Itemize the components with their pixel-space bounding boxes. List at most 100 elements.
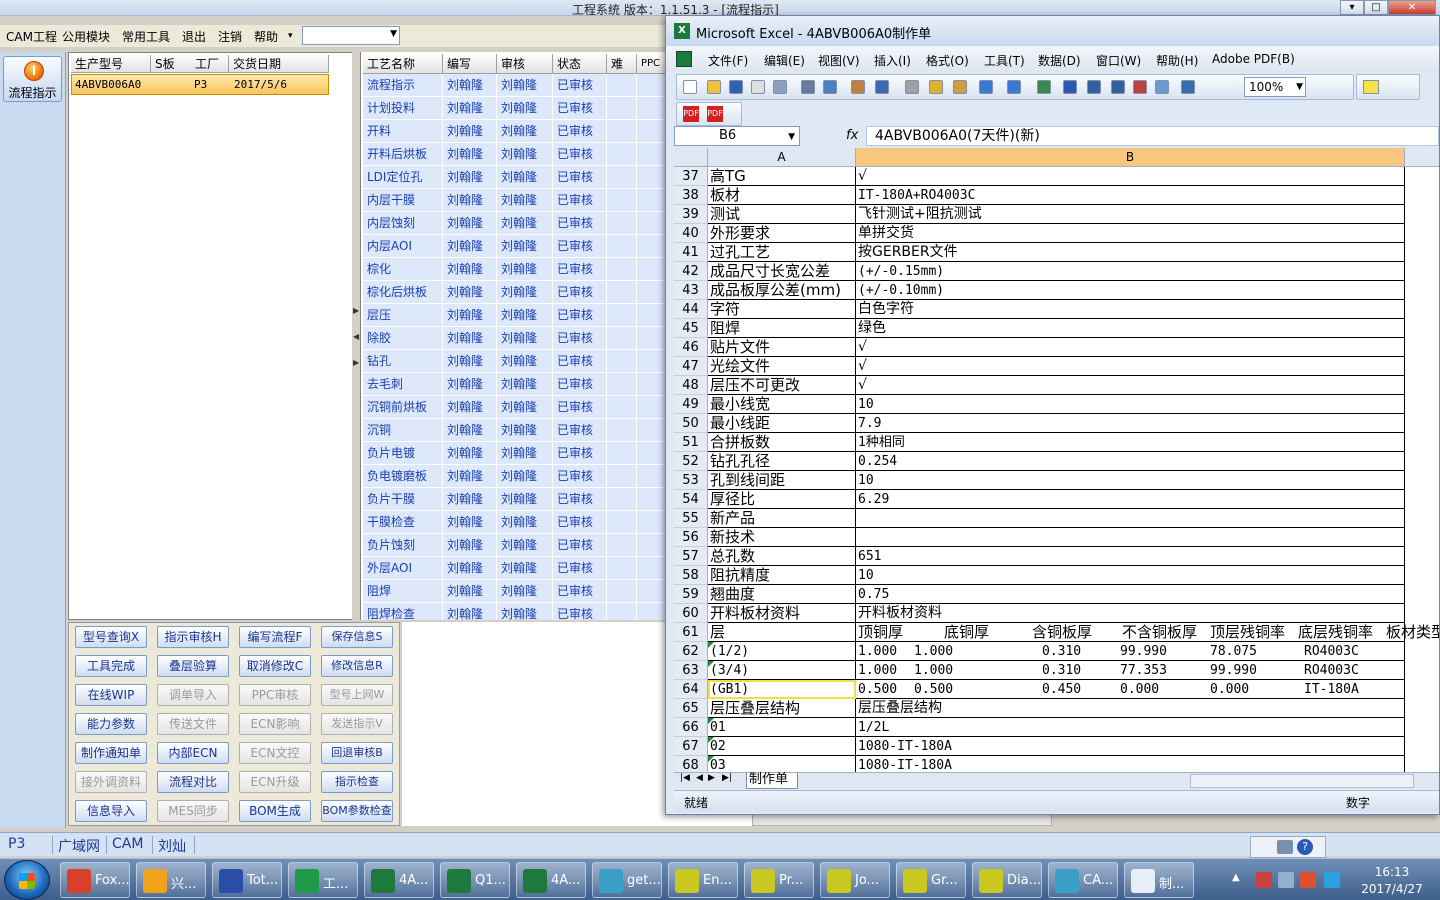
cell-b[interactable]: 1/2L [856,718,1405,737]
process-row[interactable]: 负片蚀刻 刘翰隆 刘翰隆 已审核 [361,534,666,557]
menu-common-tools[interactable]: 常用工具 [122,28,170,45]
help-icon[interactable]: ? [1297,839,1313,855]
process-row[interactable]: LDI定位孔 刘翰隆 刘翰隆 已审核 [361,166,666,189]
row-header[interactable]: 59 [674,585,708,604]
function-button[interactable]: 指示审核H [157,626,229,648]
row-header[interactable]: 60 [674,604,708,623]
process-row[interactable]: 棕化后烘板 刘翰隆 刘翰隆 已审核 [361,281,666,304]
cell-b[interactable]: 7.9 [856,414,1405,433]
col-header-factory[interactable]: 工厂 [191,55,229,73]
row-header[interactable]: 44 [674,300,708,319]
sync-tray-icon[interactable] [1324,872,1340,888]
toolbar-icon[interactable] [729,80,743,94]
stack-data-cell[interactable]: 1.000 1.000 0.310 99.990 78.075 RO4003C [856,642,1405,661]
process-row[interactable]: 负电镀磨板 刘翰隆 刘翰隆 已审核 [361,465,666,488]
toolbar-icon[interactable] [851,80,865,94]
taskbar-button[interactable]: Tot... [212,862,282,898]
col-header-b[interactable]: B [856,148,1405,167]
keyboard-icon[interactable] [1277,840,1293,854]
row-header[interactable]: 49 [674,395,708,414]
cell-b[interactable]: 按GERBER文件 [856,243,1405,262]
taskbar-button[interactable]: 4A... [364,862,434,898]
excel-title-bar[interactable]: X Microsoft Excel - 4ABVB006A0制作单 [666,16,1439,46]
toolbar-icon[interactable] [773,80,787,94]
cell-a[interactable]: 阻抗精度 [708,566,856,585]
row-header[interactable]: 55 [674,509,708,528]
toolbar-icon[interactable] [1087,80,1101,94]
row-header[interactable]: 53 [674,471,708,490]
cell-b[interactable]: √ [856,357,1405,376]
function-button[interactable]: 型号查询X [75,626,147,648]
cell-b[interactable]: 10 [856,395,1405,414]
zoom-select[interactable]: 100% ▼ [1244,77,1306,97]
formula-input[interactable]: 4ABVB006A0(7天件)(新) [866,126,1439,146]
cell-b[interactable]: √ [856,338,1405,357]
process-row[interactable]: 开料 刘翰隆 刘翰隆 已审核 [361,120,666,143]
row-header[interactable]: 52 [674,452,708,471]
process-row[interactable]: 外层AOI 刘翰隆 刘翰隆 已审核 [361,557,666,580]
cell-b[interactable] [856,528,1405,547]
function-button[interactable]: 保存信息S [321,626,393,648]
col-header-process-name[interactable]: 工艺名称 [363,54,443,74]
excel-menu-tools[interactable]: 工具(T) [984,52,1025,69]
toolbar-icon[interactable] [707,80,721,94]
row-header[interactable]: 65 [674,699,708,718]
toolbar-icon[interactable] [905,80,919,94]
cell-b[interactable]: 白色字符 [856,300,1405,319]
row-header[interactable]: 38 [674,186,708,205]
toolbar-icon[interactable] [1037,80,1051,94]
select-all-corner[interactable] [674,148,708,167]
toolbar-icon[interactable] [1111,80,1125,94]
cell-a[interactable]: 板材 [708,186,856,205]
excel-menu-data[interactable]: 数据(D) [1038,52,1081,69]
toolbar-icon[interactable] [823,80,837,94]
function-button[interactable]: 取消修改C [239,655,311,677]
taskbar-button[interactable]: Dia... [972,862,1042,898]
menu-exit[interactable]: 退出 [182,28,206,45]
menu-help[interactable]: 帮助 [254,28,278,45]
cell-b[interactable]: 单拼交货 [856,224,1405,243]
workbook-icon[interactable] [676,51,692,67]
cell-a[interactable]: 合拼板数 [708,433,856,452]
fill-color-icon[interactable] [1363,80,1379,94]
process-row[interactable]: 层压 刘翰隆 刘翰隆 已审核 [361,304,666,327]
taskbar-button[interactable]: 兴... [136,862,206,898]
sheet-tab-active[interactable]: 制作单 [746,773,798,789]
cell-b[interactable]: 10 [856,471,1405,490]
cell-a[interactable]: 光绘文件 [708,357,856,376]
stack-data-cell[interactable]: 0.500 0.500 0.450 0.000 0.000 IT-180A [856,680,1405,699]
taskbar-button[interactable]: 制... [1124,862,1194,898]
row-header[interactable]: 43 [674,281,708,300]
toolbar-icon[interactable] [1155,80,1169,94]
clock[interactable]: 16:13 2017/4/27 [1352,864,1432,898]
process-row[interactable]: 沉铜 刘翰隆 刘翰隆 已审核 [361,419,666,442]
toolbar-icon[interactable] [1063,80,1077,94]
excel-menu-window[interactable]: 窗口(W) [1096,52,1141,69]
cell-b[interactable]: 绿色 [856,319,1405,338]
row-header[interactable]: 61 [674,623,708,642]
toolbar-icon[interactable] [979,80,993,94]
toolbar-icon[interactable] [751,80,765,94]
excel-menu-help[interactable]: 帮助(H) [1156,52,1198,69]
pdf-email-icon[interactable]: PDF [707,106,723,122]
cell-b[interactable]: 6.29 [856,490,1405,509]
cell-a[interactable]: 01 [708,718,856,737]
taskbar-button[interactable]: Fox... [60,862,130,898]
cell-a[interactable]: 开料板材资料 [708,604,856,623]
name-box[interactable]: B6 ▼ [674,126,800,146]
cell-a[interactable]: 03 [708,756,856,772]
row-header[interactable]: 40 [674,224,708,243]
process-row[interactable]: 钻孔 刘翰隆 刘翰隆 已审核 [361,350,666,373]
row-header[interactable]: 63 [674,661,708,680]
network-icon[interactable] [1278,872,1294,888]
flow-indication-button[interactable]: 流程指示 [3,56,62,102]
col-header-difficulty[interactable]: 难 [607,54,637,74]
toolbar-icon[interactable] [1007,80,1021,94]
row-header[interactable]: 42 [674,262,708,281]
cell-b[interactable] [856,509,1405,528]
col-header-a[interactable]: A [708,148,856,167]
prev-sheet-icon[interactable]: ◀ [696,773,703,783]
row-header[interactable]: 62 [674,642,708,661]
col-header-model[interactable]: 生产型号 [71,55,151,73]
first-sheet-icon[interactable]: |◀ [680,773,690,783]
